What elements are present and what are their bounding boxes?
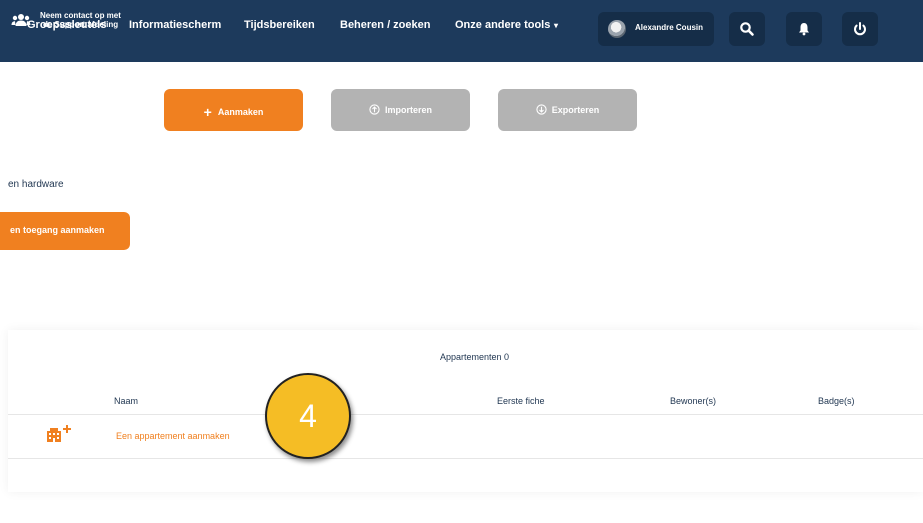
column-header-bewoners: Bewoner(s) (670, 396, 717, 406)
notifications-button[interactable] (786, 12, 822, 46)
export-button[interactable]: Exporteren (498, 89, 637, 131)
create-button-label: Aanmaken (217, 107, 264, 117)
logout-button[interactable] (842, 12, 878, 46)
column-header-naam: Naam (114, 396, 139, 406)
power-icon (854, 22, 866, 36)
search-icon (740, 22, 754, 36)
support-label-line2: de Support afdeling (43, 20, 119, 29)
support-label-line1: Neem contact op met (40, 11, 121, 20)
create-access-button-label: en toegang aanmaken (10, 225, 105, 235)
plus-icon: + (203, 104, 212, 120)
nav-beheren-zoeken[interactable]: Beheren / zoeken (340, 19, 430, 31)
download-circle-icon (536, 104, 547, 115)
export-button-label: Exporteren (551, 105, 600, 115)
bell-icon (799, 23, 809, 36)
column-header-eerste-fiche: Eerste fiche (497, 396, 545, 406)
create-access-button[interactable]: en toegang aanmaken (0, 212, 130, 250)
upload-circle-icon (369, 104, 380, 115)
create-button[interactable]: + Aanmaken (164, 89, 303, 131)
apartments-title: Appartementen 0 (440, 352, 510, 362)
nav-onze-andere-tools[interactable]: Onze andere tools (455, 19, 550, 31)
header-divider (8, 414, 923, 415)
user-name: Alexandre Cousin (635, 23, 704, 32)
users-icon (11, 14, 31, 26)
hardware-text: en hardware (8, 179, 64, 190)
nav-informatiescherm[interactable]: Informatiescherm (129, 19, 221, 31)
avatar (608, 20, 626, 38)
step-marker-number: 4 (299, 398, 317, 434)
create-apartment-link[interactable]: Een appartement aanmaken (116, 431, 230, 441)
row-divider (8, 458, 923, 459)
chevron-down-icon[interactable]: ▾ (554, 21, 558, 30)
step-marker: 4 (265, 373, 351, 459)
user-menu[interactable]: Alexandre Cousin (598, 12, 714, 46)
import-button-label: Importeren (384, 105, 432, 115)
search-button[interactable] (729, 12, 765, 46)
import-button[interactable]: Importeren (331, 89, 470, 131)
add-building-icon[interactable] (45, 424, 73, 449)
nav-tijdsbereiken[interactable]: Tijdsbereiken (244, 19, 315, 31)
top-navbar: Groepssleutels Informatiescherm Tijdsber… (0, 0, 923, 62)
column-header-badges: Badge(s) (818, 396, 855, 406)
